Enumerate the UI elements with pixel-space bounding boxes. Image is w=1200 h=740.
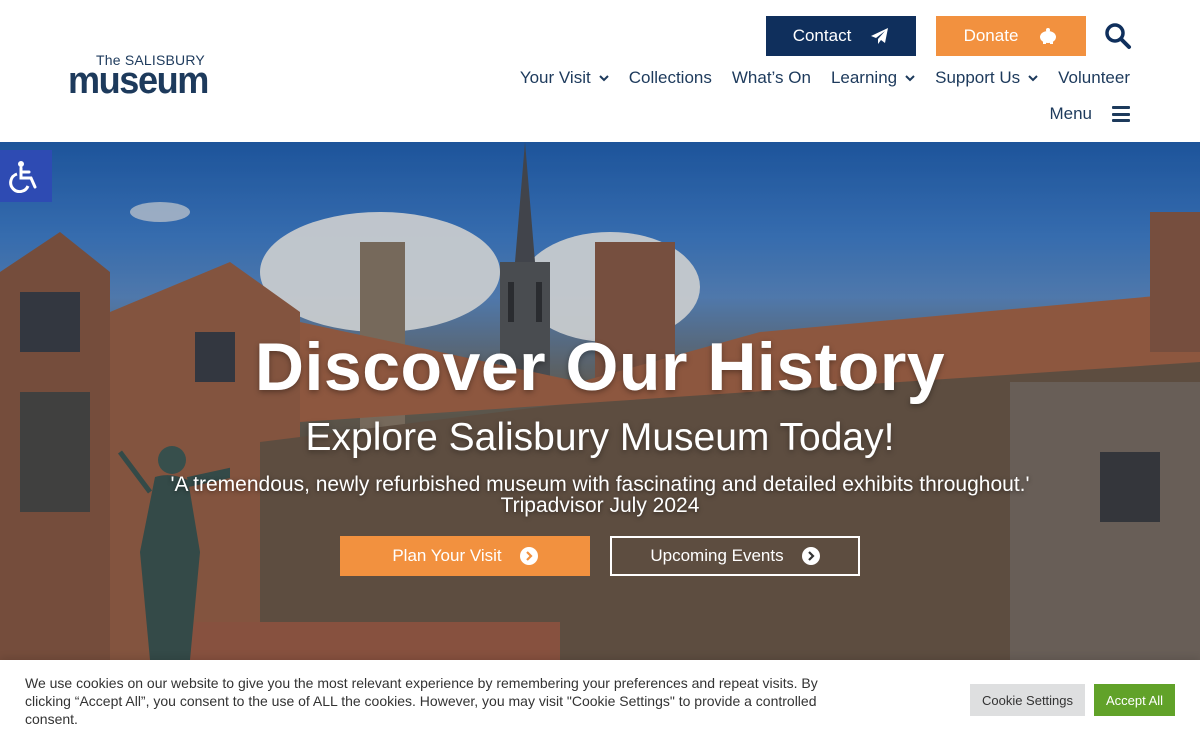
chevron-down-icon <box>599 75 609 82</box>
quote-text: 'A tremendous, newly refurbished museum … <box>170 473 1030 496</box>
quote-source: Tripadvisor July 2024 <box>500 494 700 517</box>
contact-button[interactable]: Contact <box>766 16 916 56</box>
chevron-down-icon <box>905 75 915 82</box>
nav-item-label: Support Us <box>935 68 1021 87</box>
chevron-down-icon <box>1028 75 1038 82</box>
donate-button[interactable]: Donate <box>936 16 1086 56</box>
nav-item-label: Your Visit <box>519 68 591 87</box>
search-icon[interactable] <box>1104 22 1132 50</box>
plan-visit-button[interactable]: Plan Your Visit <box>340 536 590 576</box>
accessibility-button[interactable] <box>0 150 52 202</box>
site-header: The SALISBURY museum Contact Donate Your… <box>0 0 1200 142</box>
nav-item-learning[interactable]: Learning <box>831 68 915 88</box>
arrow-circle-right-icon <box>519 547 538 565</box>
nav-item-label: Learning <box>830 68 898 87</box>
wheelchair-icon <box>9 161 37 193</box>
cookie-consent-bar: We use cookies on our website to give yo… <box>0 660 1200 740</box>
menu-label: Menu <box>1049 104 1092 123</box>
nav-item-label: Collections <box>628 68 712 87</box>
nav-item-collections[interactable]: Collections <box>629 68 712 88</box>
nav-item-label: Volunteer <box>1058 68 1130 87</box>
main-nav: Your Visit Collections What’s On Learnin… <box>520 68 1130 88</box>
hero-title: Discover Our History <box>254 329 946 405</box>
piggy-bank-icon <box>1040 28 1057 44</box>
hero-banner: Discover Our History Explore Salisbury M… <box>0 142 1200 660</box>
cookie-settings-button[interactable]: Cookie Settings <box>970 684 1085 716</box>
nav-item-your-visit[interactable]: Your Visit <box>520 68 609 88</box>
hero-quote: 'A tremendous, newly refurbished museum … <box>0 474 1200 516</box>
hero-subtitle: Explore Salisbury Museum Today! <box>305 416 895 459</box>
nav-item-volunteer[interactable]: Volunteer <box>1058 68 1130 88</box>
accept-all-button[interactable]: Accept All <box>1094 684 1175 716</box>
menu-toggle[interactable]: Menu <box>1049 104 1130 124</box>
hamburger-icon <box>1112 106 1130 122</box>
nav-item-support-us[interactable]: Support Us <box>935 68 1038 88</box>
museum-logo[interactable]: The SALISBURY museum <box>68 50 209 102</box>
upcoming-events-button[interactable]: Upcoming Events <box>610 536 860 576</box>
contact-button-label: Contact <box>792 26 852 45</box>
nav-item-label: What’s On <box>731 68 811 87</box>
nav-item-whats-on[interactable]: What’s On <box>732 68 811 88</box>
plan-visit-label: Plan Your Visit <box>392 546 502 565</box>
upcoming-events-label: Upcoming Events <box>650 546 784 565</box>
paper-plane-icon <box>871 28 889 44</box>
logo-big-text: museum <box>68 60 209 102</box>
donate-button-label: Donate <box>963 26 1019 45</box>
cookie-message: We use cookies on our website to give yo… <box>25 675 818 727</box>
arrow-circle-right-icon <box>801 547 820 565</box>
